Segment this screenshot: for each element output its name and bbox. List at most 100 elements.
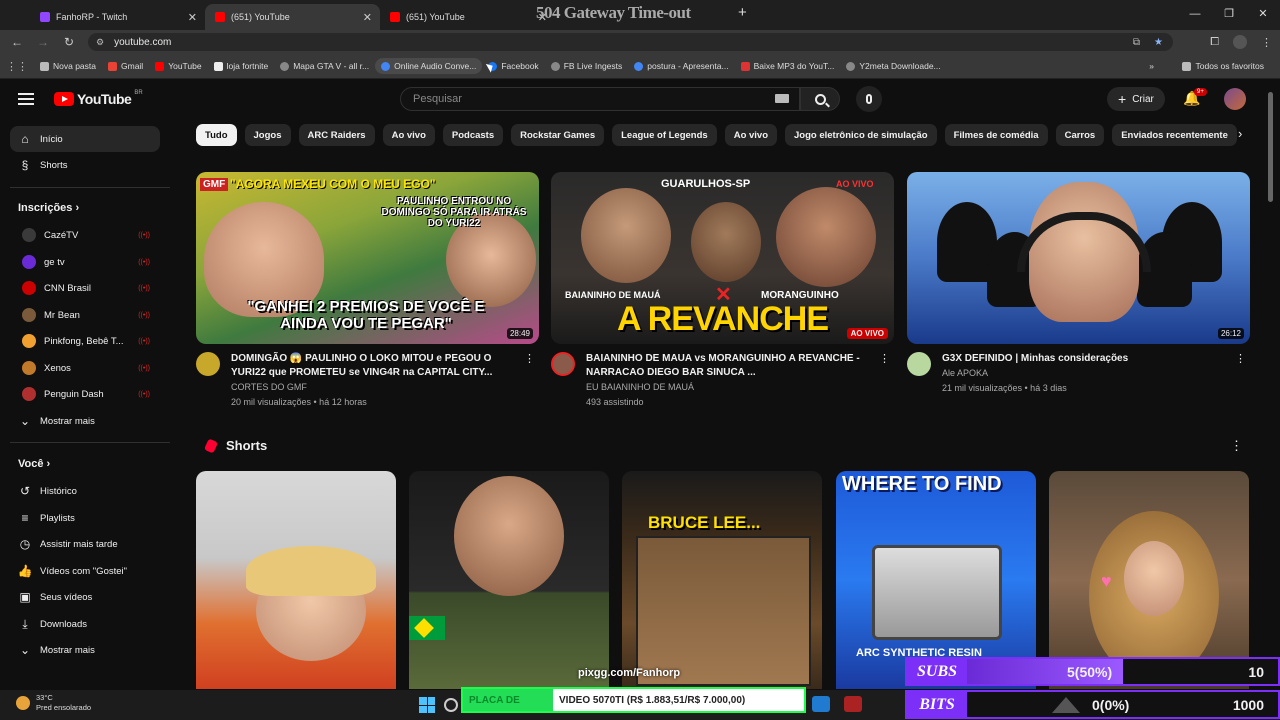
bookmark-youtube[interactable]: YouTube xyxy=(149,61,207,71)
close-icon[interactable]: ✕ xyxy=(188,11,197,24)
app-icon[interactable] xyxy=(844,696,862,712)
you-heading[interactable]: Você › xyxy=(18,458,50,470)
short-card[interactable] xyxy=(196,471,396,689)
bookmark-gmail[interactable]: Gmail xyxy=(102,61,149,71)
sidebar-item-playlists[interactable]: ≡ Playlists xyxy=(10,505,160,531)
video-thumbnail[interactable]: 26:12 xyxy=(907,172,1250,344)
short-card[interactable] xyxy=(409,471,609,689)
new-tab-icon[interactable]: + xyxy=(738,4,747,21)
close-icon[interactable]: ✕ xyxy=(363,11,372,24)
keyboard-icon[interactable] xyxy=(775,94,789,103)
sidebar-item-mr-bean[interactable]: Mr Bean ((•)) xyxy=(10,302,160,328)
chip-league-of-legends[interactable]: League of Legends xyxy=(612,124,717,146)
chip-podcasts[interactable]: Podcasts xyxy=(442,124,504,146)
browser-tab-youtube[interactable]: (651) YouTube ✕ xyxy=(380,4,555,30)
sidebar-item-shorts[interactable]: § Shorts xyxy=(10,152,160,178)
chip-carros[interactable]: Carros xyxy=(1055,124,1105,146)
more-options-icon[interactable]: ⋮ xyxy=(1230,438,1243,454)
chip-ao-vivo-2[interactable]: Ao vivo xyxy=(724,124,778,146)
hamburger-menu-icon[interactable] xyxy=(18,93,34,105)
bookmark-online-audio[interactable]: Online Audio Conve... xyxy=(375,58,483,74)
subscriptions-heading[interactable]: Inscrições › xyxy=(18,202,79,214)
tab-title: (651) YouTube xyxy=(406,12,465,22)
bookmark-star-icon[interactable]: ★ xyxy=(1154,37,1163,48)
more-options-icon[interactable]: ⋮ xyxy=(524,352,535,365)
video-thumbnail[interactable]: GMF "AGORA MEXEU COM O MEU EGO" PAULINHO… xyxy=(196,172,539,344)
sidebar-item-cazetv[interactable]: CazéTV ((•)) xyxy=(10,222,160,248)
site-info-icon[interactable]: ⚙ xyxy=(96,37,104,48)
sidebar-item-your-videos[interactable]: ▣ Seus vídeos xyxy=(10,584,160,610)
bookmark-loja-fortnite[interactable]: loja fortnite xyxy=(208,61,275,71)
chip-jogo-simulacao[interactable]: Jogo eletrônico de simulação xyxy=(785,124,937,146)
windows-start-icon[interactable] xyxy=(419,697,435,713)
short-card[interactable]: BRUCE LEE... xyxy=(622,471,822,689)
apps-icon[interactable]: ⋮⋮ xyxy=(0,60,34,73)
close-window-icon[interactable]: ✕ xyxy=(1246,0,1280,28)
voice-search-button[interactable] xyxy=(856,86,882,112)
chip-jogos[interactable]: Jogos xyxy=(244,124,291,146)
sidebar-item-watch-later[interactable]: ◷ Assistir mais tarde xyxy=(10,531,160,557)
sidebar-item-xenos[interactable]: Xenos ((•)) xyxy=(10,355,160,381)
channel-name[interactable]: EU BAIANINHO DE MAUÁ xyxy=(586,382,694,392)
bookmark-nova-pasta[interactable]: Nova pasta xyxy=(34,61,102,71)
video-title[interactable]: BAIANINHO DE MAUA vs MORANGUINHO A REVAN… xyxy=(586,352,876,380)
reload-icon[interactable]: ↻ xyxy=(56,35,82,49)
sidebar-item-pinkfong[interactable]: Pinkfong, Bebê T... ((•)) xyxy=(10,328,160,354)
sidebar-item-liked-videos[interactable]: 👍 Vídeos com "Gostei" xyxy=(10,558,160,584)
chip-arc-raiders[interactable]: ARC Raiders xyxy=(298,124,375,146)
bookmarks-overflow-icon[interactable]: » xyxy=(1143,61,1160,71)
sidebar-item-inicio[interactable]: ⌂ Início xyxy=(10,126,160,152)
chip-filmes-comedia[interactable]: Filmes de comédia xyxy=(944,124,1048,146)
all-bookmarks[interactable]: Todos os favoritos xyxy=(1176,61,1270,71)
sidebar-item-historico[interactable]: ↺ Histórico xyxy=(10,478,160,504)
chip-tudo[interactable]: Tudo xyxy=(196,124,237,146)
create-button[interactable]: + Criar xyxy=(1107,87,1165,111)
weather-widget[interactable]: 33°C Pred ensolarado xyxy=(16,693,91,713)
video-thumbnail[interactable]: GUARULHOS-SP AO VIVO BAIANINHO DE MAUÁ M… xyxy=(551,172,894,344)
channel-name[interactable]: Ale APOKA xyxy=(942,368,988,378)
chip-rockstar-games[interactable]: Rockstar Games xyxy=(511,124,605,146)
page-scrollbar[interactable] xyxy=(1268,82,1274,690)
browser-tab-twitch[interactable]: FanhoRP - Twitch ✕ xyxy=(30,4,205,30)
channel-name[interactable]: CORTES DO GMF xyxy=(231,382,307,392)
chip-ao-vivo[interactable]: Ao vivo xyxy=(382,124,435,146)
taskbar-search-icon[interactable] xyxy=(444,698,458,712)
more-options-icon[interactable]: ⋮ xyxy=(1235,352,1246,365)
profile-icon[interactable] xyxy=(1233,35,1247,49)
bookmark-postura[interactable]: postura - Apresenta... xyxy=(628,61,734,71)
youtube-logo[interactable]: YouTube BR xyxy=(54,90,143,107)
scrollbar-thumb[interactable] xyxy=(1268,92,1273,202)
back-icon[interactable]: ← xyxy=(4,35,30,49)
bookmark-baixe-mp3[interactable]: Baixe MP3 do YouT... xyxy=(735,61,841,71)
vscode-icon[interactable] xyxy=(812,696,830,712)
video-title[interactable]: DOMINGÃO 😱 PAULINHO O LOKO MITOU e PEGOU… xyxy=(231,352,521,380)
sidebar-item-ge-tv[interactable]: ge tv ((•)) xyxy=(10,249,160,275)
chevron-right-icon[interactable]: › xyxy=(1238,126,1242,141)
address-bar[interactable]: ⚙ youtube.com ⧉ ★ xyxy=(88,33,1173,51)
channel-avatar[interactable] xyxy=(907,352,931,376)
bookmark-mapa-gta[interactable]: Mapa GTA V - all r... xyxy=(274,61,375,71)
search-button[interactable] xyxy=(800,87,840,111)
forward-icon[interactable]: → xyxy=(30,35,56,49)
extensions-icon[interactable]: ⧠ xyxy=(1210,36,1219,49)
more-options-icon[interactable]: ⋮ xyxy=(879,352,890,365)
minimize-icon[interactable]: — xyxy=(1178,0,1212,28)
search-input[interactable]: Pesquisar xyxy=(400,87,800,111)
bookmark-label: Gmail xyxy=(121,61,144,71)
account-avatar[interactable] xyxy=(1224,88,1246,110)
channel-avatar[interactable] xyxy=(196,352,220,376)
sidebar-item-penguin-dash[interactable]: Penguin Dash ((•)) xyxy=(10,381,160,407)
menu-icon[interactable]: ⋮ xyxy=(1261,36,1272,49)
sidebar-show-more-you[interactable]: ⌄ Mostrar mais xyxy=(10,637,160,663)
sidebar-show-more-subs[interactable]: ⌄ Mostrar mais xyxy=(10,408,160,434)
browser-tab-youtube-active[interactable]: (651) YouTube ✕ xyxy=(205,4,380,30)
chip-enviados-recentemente[interactable]: Enviados recentemente xyxy=(1112,124,1237,146)
sidebar-item-downloads[interactable]: ⤓ Downloads xyxy=(10,611,160,637)
bookmark-y2meta[interactable]: Y2meta Downloade... xyxy=(840,61,946,71)
video-title[interactable]: G3X DEFINIDO | Minhas considerações xyxy=(942,352,1232,366)
sidebar-item-cnn-brasil[interactable]: CNN Brasil ((•)) xyxy=(10,275,160,301)
maximize-icon[interactable]: ❐ xyxy=(1212,0,1246,28)
channel-avatar[interactable] xyxy=(551,352,575,376)
cast-icon[interactable]: ⧉ xyxy=(1133,37,1140,48)
bookmark-fb-live[interactable]: FB Live Ingests xyxy=(545,61,629,71)
